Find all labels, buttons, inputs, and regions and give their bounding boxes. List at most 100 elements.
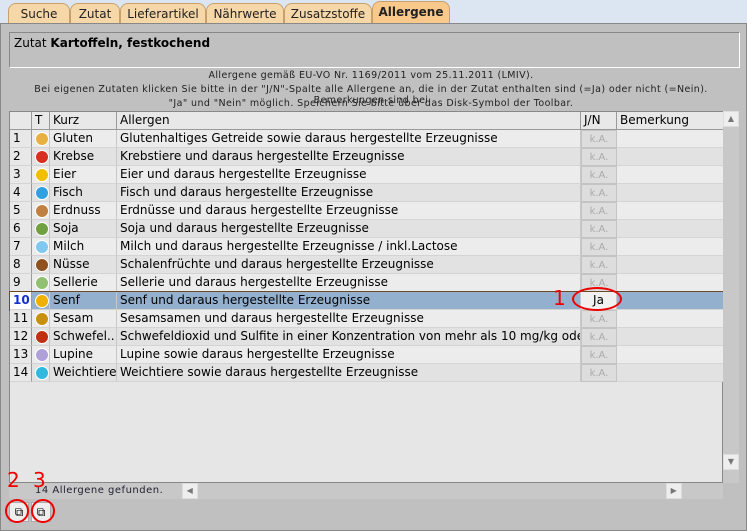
- row-kurz: Soja: [50, 220, 117, 238]
- soy-icon: [35, 222, 49, 236]
- ingredient-header: Zutat Kartoffeln, festkochend: [9, 32, 740, 68]
- col-jn[interactable]: J/N: [581, 112, 617, 130]
- row-bemerkung[interactable]: [617, 328, 724, 346]
- row-bemerkung[interactable]: [617, 130, 724, 148]
- table-row[interactable]: 5 Erdnuss Erdnüsse und daraus hergestellte…: [10, 202, 724, 220]
- table-row[interactable]: 11 Sesam Sesamsamen und daraus hergestellt…: [10, 310, 724, 328]
- sesame-icon: [35, 312, 49, 326]
- row-allergen: Sesamsamen und daraus hergestellte Erzeu…: [117, 310, 581, 328]
- row-jn[interactable]: k.A.: [581, 148, 617, 166]
- row-bemerkung[interactable]: [617, 202, 724, 220]
- row-kurz: Erdnuss: [50, 202, 117, 220]
- row-bemerkung[interactable]: [617, 292, 724, 310]
- type-cell: [32, 256, 50, 274]
- annotation-ellipse-2: [5, 499, 29, 523]
- egg-icon: [35, 168, 49, 182]
- row-allergen: Soja und daraus hergestellte Erzeugnisse: [117, 220, 581, 238]
- row-jn[interactable]: k.A.: [581, 364, 617, 382]
- type-cell: [32, 238, 50, 256]
- scroll-left-button[interactable]: ◀: [182, 483, 198, 499]
- lupine-icon: [35, 348, 49, 362]
- sulfite-icon: [35, 330, 49, 344]
- type-cell: [32, 184, 50, 202]
- row-jn[interactable]: k.A.: [581, 166, 617, 184]
- scroll-right-button[interactable]: ▶: [666, 483, 682, 499]
- row-bemerkung[interactable]: [617, 166, 724, 184]
- table-row[interactable]: 14 Weichtiere Weichtiere sowie daraus herg…: [10, 364, 724, 382]
- scroll-down-button[interactable]: ▼: [723, 454, 739, 470]
- row-bemerkung[interactable]: [617, 274, 724, 292]
- info-line-1: Allergene gemäß EU-VO Nr. 1169/2011 vom …: [208, 70, 534, 81]
- tab-allergene[interactable]: Allergene: [372, 1, 450, 24]
- row-jn[interactable]: k.A.: [581, 256, 617, 274]
- row-kurz: Sellerie: [50, 274, 117, 292]
- row-jn[interactable]: k.A.: [581, 346, 617, 364]
- col-bemerkung[interactable]: Bemerkung: [617, 112, 724, 130]
- row-bemerkung[interactable]: [617, 310, 724, 328]
- scroll-up-button[interactable]: ▲: [723, 111, 739, 127]
- row-allergen: Weichtiere sowie daraus hergestellte Erz…: [117, 364, 581, 382]
- tab-suche[interactable]: Suche: [8, 3, 70, 24]
- table-row[interactable]: 6 Soja Soja und daraus hergestellte Erzeug…: [10, 220, 724, 238]
- row-jn[interactable]: k.A.: [581, 328, 617, 346]
- vertical-scrollbar[interactable]: ▲ ▼: [723, 111, 739, 483]
- row-jn[interactable]: k.A.: [581, 130, 617, 148]
- row-allergen: Schwefeldioxid und Sulfite in einer Konz…: [117, 328, 581, 346]
- row-bemerkung[interactable]: [617, 220, 724, 238]
- table-row[interactable]: 9 Sellerie Sellerie und daraus hergestellt…: [10, 274, 724, 292]
- annotation-ellipse-3: [31, 499, 55, 523]
- row-jn[interactable]: k.A.: [581, 310, 617, 328]
- ingredient-label: Zutat: [14, 36, 47, 50]
- row-allergen: Krebstiere und daraus hergestellte Erzeu…: [117, 148, 581, 166]
- col-kurz[interactable]: Kurz: [50, 112, 117, 130]
- row-allergen: Schalenfrüchte und daraus hergestellte E…: [117, 256, 581, 274]
- table-row[interactable]: 7 Milch Milch und daraus hergestellte Erze…: [10, 238, 724, 256]
- table-row[interactable]: 8 Nüsse Schalenfrüchte und daraus hergeste…: [10, 256, 724, 274]
- table-row[interactable]: 1 Gluten Glutenhaltiges Getreide sowie dar…: [10, 130, 724, 148]
- table-row[interactable]: 2 Krebse Krebstiere und daraus hergestellt…: [10, 148, 724, 166]
- row-bemerkung[interactable]: [617, 346, 724, 364]
- row-number: 6: [10, 220, 32, 238]
- row-allergen: Senf und daraus hergestellte Erzeugnisse: [117, 292, 581, 310]
- tab-lieferartikel[interactable]: Lieferartikel: [120, 3, 206, 24]
- type-cell: [32, 328, 50, 346]
- tab-naehrwerte[interactable]: Nährwerte: [206, 3, 284, 24]
- row-jn[interactable]: k.A.: [581, 184, 617, 202]
- row-kurz: Krebse: [50, 148, 117, 166]
- type-cell: [32, 166, 50, 184]
- mustard-icon: [35, 294, 49, 308]
- row-jn[interactable]: k.A.: [581, 202, 617, 220]
- row-kurz: Eier: [50, 166, 117, 184]
- row-number: 14: [10, 364, 32, 382]
- col-type[interactable]: T: [32, 112, 50, 130]
- row-bemerkung[interactable]: [617, 364, 724, 382]
- type-cell: [32, 274, 50, 292]
- row-number: 2: [10, 148, 32, 166]
- row-bemerkung[interactable]: [617, 238, 724, 256]
- row-jn[interactable]: k.A.: [581, 238, 617, 256]
- peanut-icon: [35, 204, 49, 218]
- row-kurz: Senf: [50, 292, 117, 310]
- row-jn[interactable]: k.A.: [581, 220, 617, 238]
- annotation-1: 1: [553, 286, 566, 310]
- tab-zusatzstoffe[interactable]: Zusatzstoffe: [284, 3, 372, 24]
- tab-zutat[interactable]: Zutat: [70, 3, 120, 24]
- col-number[interactable]: [10, 112, 32, 130]
- ingredient-name: Kartoffeln, festkochend: [50, 36, 211, 50]
- row-number: 7: [10, 238, 32, 256]
- row-allergen: Sellerie und daraus hergestellte Erzeugn…: [117, 274, 581, 292]
- row-number: 12: [10, 328, 32, 346]
- table-row[interactable]: 12 Schwefel.. Schwefeldioxid und Sulfite i…: [10, 328, 724, 346]
- col-allergen[interactable]: Allergen: [117, 112, 581, 130]
- mollusc-icon: [35, 366, 49, 380]
- row-allergen: Lupine sowie daraus hergestellte Erzeugn…: [117, 346, 581, 364]
- row-bemerkung[interactable]: [617, 148, 724, 166]
- table-row[interactable]: 3 Eier Eier und daraus hergestellte Erzeug…: [10, 166, 724, 184]
- annotation-2: 2: [7, 468, 20, 492]
- row-bemerkung[interactable]: [617, 256, 724, 274]
- row-bemerkung[interactable]: [617, 184, 724, 202]
- celery-icon: [35, 276, 49, 290]
- row-allergen: Eier und daraus hergestellte Erzeugnisse: [117, 166, 581, 184]
- table-row[interactable]: 13 Lupine Lupine sowie daraus hergestellte…: [10, 346, 724, 364]
- table-row[interactable]: 4 Fisch Fisch und daraus hergestellte Erze…: [10, 184, 724, 202]
